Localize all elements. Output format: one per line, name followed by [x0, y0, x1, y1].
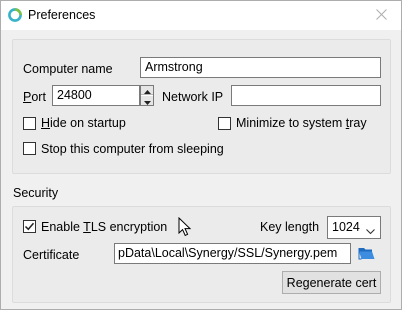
minimize-rest: ray — [349, 116, 367, 130]
close-icon — [375, 8, 387, 23]
mouse-cursor-icon — [178, 216, 192, 240]
key-length-value: 1024 — [332, 220, 360, 234]
title-bar: Preferences — [1, 1, 401, 30]
hide-on-startup-label: Hide on startup — [41, 116, 126, 130]
browse-certificate-button[interactable] — [356, 243, 378, 265]
minimize-to-tray-label: Minimize to system tray — [236, 116, 367, 130]
tls-before: Enable — [41, 220, 84, 234]
port-label: Port — [23, 90, 46, 104]
open-folder-icon — [358, 245, 376, 264]
certificate-path-field[interactable]: pData\Local\Synergy/SSL/Synergy.pem — [114, 243, 351, 264]
network-ip-label: Network IP — [162, 90, 224, 104]
spin-down-arrow-icon — [143, 94, 151, 108]
window-title: Preferences — [28, 8, 96, 22]
port-spinner[interactable] — [140, 85, 154, 106]
minimize-to-tray-checkbox[interactable] — [218, 117, 231, 130]
network-ip-field[interactable] — [231, 85, 381, 106]
tls-label: Enable TLS encryption — [41, 220, 167, 234]
tls-mnemonic: T — [83, 220, 91, 234]
preferences-window: Preferences Computer name Armstrong Port… — [0, 0, 402, 310]
checkmark-icon — [24, 221, 35, 235]
spin-down-button[interactable] — [141, 96, 153, 105]
certificate-label: Certificate — [23, 248, 80, 262]
synergy-ring-icon — [7, 7, 23, 23]
computer-name-label: Computer name — [23, 62, 113, 76]
stop-sleeping-label: Stop this computer from sleeping — [41, 142, 224, 156]
regenerate-cert-label: Regenerate cert — [286, 275, 377, 290]
hide-mnemonic: H — [41, 116, 51, 130]
port-field[interactable]: 24800 — [52, 85, 140, 106]
chevron-down-icon — [366, 224, 375, 238]
minimize-before: Minimize to system — [236, 116, 346, 130]
tls-checkbox[interactable] — [23, 220, 36, 233]
hide-rest: ide on startup — [50, 116, 126, 130]
computer-name-field[interactable]: Armstrong — [140, 57, 381, 78]
hide-on-startup-checkbox[interactable] — [23, 117, 36, 130]
port-value: 24800 — [57, 88, 92, 102]
certificate-path-value: pData\Local\Synergy/SSL/Synergy.pem — [118, 246, 338, 260]
tls-rest: LS encryption — [90, 220, 168, 234]
regenerate-cert-button[interactable]: Regenerate cert — [282, 271, 381, 294]
key-length-select[interactable]: 1024 — [327, 216, 381, 239]
key-length-label: Key length — [260, 220, 320, 234]
stop-sleeping-checkbox[interactable] — [23, 142, 36, 155]
security-heading: Security — [13, 186, 59, 200]
computer-name-value: Armstrong — [145, 60, 203, 74]
close-button[interactable] — [361, 1, 401, 30]
port-label-rest: ort — [31, 90, 46, 104]
